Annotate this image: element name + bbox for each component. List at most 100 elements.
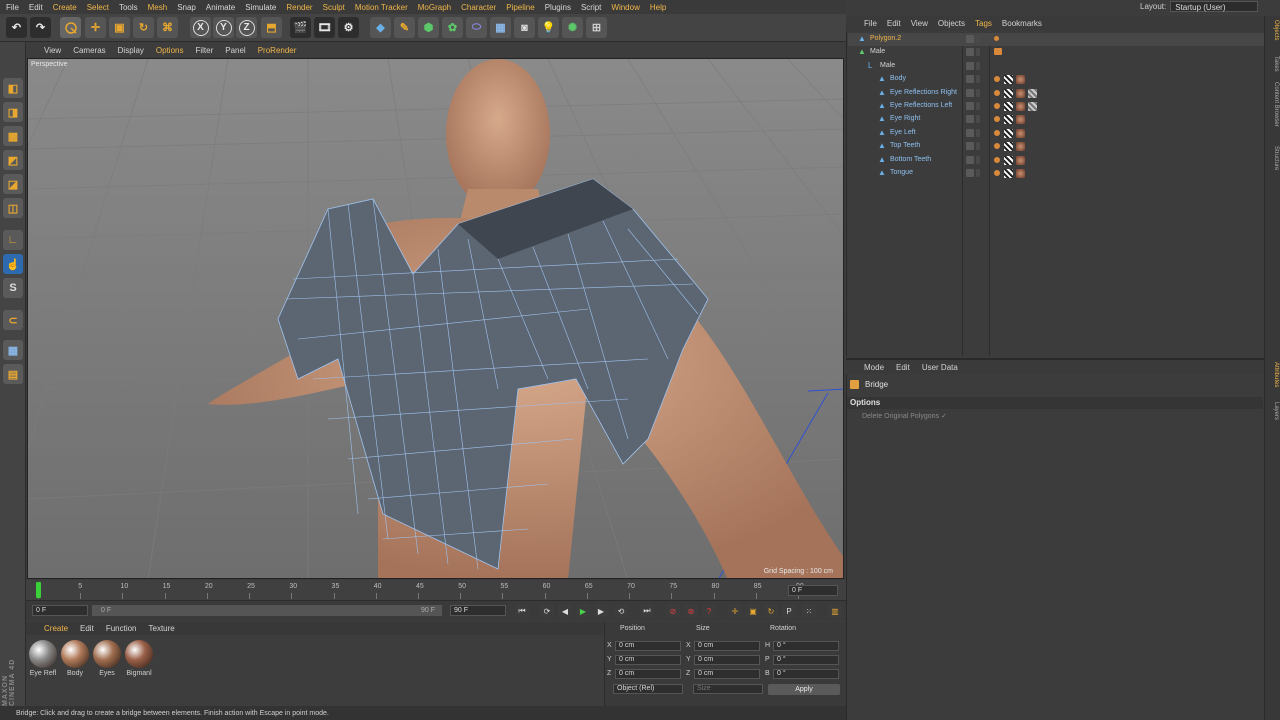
size-x-field[interactable]: 0 cm (694, 641, 760, 651)
menu-item-mograph[interactable]: MoGraph (418, 3, 451, 12)
side-tab-structure[interactable]: Structure (1267, 146, 1279, 170)
visibility-toggle-icon[interactable] (966, 169, 974, 177)
autokey-icon[interactable]: ⊛ (684, 604, 698, 618)
menu-item-script[interactable]: Script (581, 3, 601, 12)
side-tab-content-browser[interactable]: Content Browser (1267, 82, 1279, 127)
phong-tag-icon[interactable] (994, 76, 1000, 83)
side-tab-objects[interactable]: Objects (1267, 20, 1279, 40)
snap-icon[interactable]: S (3, 278, 23, 298)
live-selection-icon[interactable] (60, 17, 81, 38)
delete-original-polygons-checkbox[interactable]: Delete Original Polygons ✓ (862, 412, 947, 420)
visibility-toggle-icon[interactable] (966, 48, 974, 57)
edit-render-settings-icon[interactable]: ⚙ (338, 17, 359, 38)
loop-icon[interactable]: ⟳ (540, 604, 554, 618)
make-editable-icon[interactable]: ◧ (3, 78, 23, 98)
move-icon[interactable]: ✛ (85, 17, 106, 38)
position-z-field[interactable]: 0 cm (615, 669, 681, 679)
record-icon[interactable]: ⊘ (666, 604, 680, 618)
plane-icon[interactable]: ⊞ (586, 17, 607, 38)
render-toggle-icon[interactable] (976, 155, 980, 164)
magnet-icon[interactable]: ⊂ (3, 310, 23, 330)
material-body[interactable]: Body (60, 640, 90, 682)
size-mode-dropdown[interactable]: Size (693, 684, 763, 694)
object-row-eye-right[interactable]: ▲ Eye Right (848, 113, 1264, 126)
visibility-toggle-icon[interactable] (966, 155, 974, 164)
timeline-ruler[interactable]: 0510152025303540455055606570758085900 F (26, 580, 846, 600)
object-row-eye-reflections-left[interactable]: ▲ Eye Reflections Left (848, 100, 1264, 113)
uvw-tag-icon[interactable] (1004, 115, 1013, 125)
side-tab-layers[interactable]: Layers (1267, 402, 1279, 420)
material-menu-function[interactable]: Function (106, 624, 137, 633)
layout-dropdown[interactable]: Startup (User) (1170, 1, 1259, 12)
material-menu-texture[interactable]: Texture (149, 624, 175, 633)
object-row-male[interactable]: ▲ Male (848, 46, 1264, 59)
phong-tag-icon[interactable] (994, 89, 1000, 96)
camera-icon[interactable]: ◙ (514, 17, 535, 38)
grid-lock-icon[interactable]: ▤ (3, 364, 23, 384)
viewport-menu-prorender[interactable]: ProRender (258, 46, 297, 55)
phong-tag-icon[interactable] (994, 36, 999, 41)
object-row-bottom-teeth[interactable]: ▲ Bottom Teeth (848, 154, 1264, 167)
material-eye-refl[interactable]: Eye Refl (28, 640, 58, 682)
play-icon[interactable]: ▶ (576, 604, 590, 618)
recent-tools-icon[interactable]: ⌘ (157, 17, 178, 38)
texture-mode-icon[interactable]: ▩ (3, 126, 23, 146)
object-row-male[interactable]: L Male (848, 60, 1264, 73)
uvw-tag-icon[interactable] (1004, 102, 1013, 111)
tweak-mode-icon[interactable]: ☝ (3, 254, 23, 274)
menu-item-file[interactable]: File (6, 3, 19, 12)
extra-texture-tag-icon[interactable] (1028, 102, 1037, 111)
pen-icon[interactable]: ✎ (394, 17, 415, 38)
render-toggle-icon[interactable] (976, 115, 980, 124)
key-pla-icon[interactable]: ⁙ (802, 604, 816, 618)
render-toggle-icon[interactable] (976, 142, 980, 151)
phong-tag-icon[interactable] (994, 103, 1000, 109)
z-axis-icon[interactable]: Z (236, 17, 257, 38)
visibility-toggle-icon[interactable] (966, 115, 974, 124)
attribute-menu-mode[interactable]: Mode (864, 363, 884, 372)
object-menu-view[interactable]: View (911, 19, 928, 28)
render-toggle-icon[interactable] (976, 75, 980, 84)
render-toggle-icon[interactable] (976, 61, 980, 70)
key-rotation-icon[interactable]: ↻ (764, 604, 778, 618)
subdivision-icon[interactable]: ⬢ (418, 17, 439, 38)
rotation-b-field[interactable]: 0 ° (773, 669, 839, 679)
texture-tag-icon[interactable] (1016, 155, 1025, 165)
menu-item-edit[interactable]: Edit (29, 3, 43, 12)
playhead[interactable] (36, 582, 41, 598)
size-y-field[interactable]: 0 cm (694, 655, 760, 665)
goto-start-icon[interactable]: ⏮ (515, 604, 529, 618)
menu-item-mesh[interactable]: Mesh (148, 3, 168, 12)
extra-texture-tag-icon[interactable] (1028, 88, 1037, 98)
object-menu-edit[interactable]: Edit (887, 19, 901, 28)
render-picture-viewer-icon[interactable]: 🎞 (314, 17, 335, 38)
viewport-menu-view[interactable]: View (44, 46, 61, 55)
scale-icon[interactable]: ▣ (109, 17, 130, 38)
menu-item-help[interactable]: Help (650, 3, 666, 12)
texture-tag-icon[interactable] (1016, 142, 1025, 152)
rotation-p-field[interactable]: 0 ° (773, 655, 839, 665)
prev-frame-icon[interactable]: ◀ (558, 604, 572, 618)
y-axis-icon[interactable]: Y (213, 17, 234, 38)
xref-tag-icon[interactable] (994, 48, 1002, 56)
texture-tag-icon[interactable] (1016, 102, 1025, 111)
render-toggle-icon[interactable] (976, 128, 980, 137)
phong-tag-icon[interactable] (994, 156, 1000, 163)
texture-tag-icon[interactable] (1016, 75, 1025, 85)
uvw-tag-icon[interactable] (1004, 128, 1013, 138)
next-frame-icon[interactable]: ▶ (594, 604, 608, 618)
material-bigmanl[interactable]: Bigmanl (124, 640, 154, 682)
phong-tag-icon[interactable] (994, 143, 1000, 150)
edge-mode-icon[interactable]: ◪ (3, 174, 23, 194)
key-scale-icon[interactable]: ▣ (746, 604, 760, 618)
object-menu-objects[interactable]: Objects (938, 19, 965, 28)
phong-tag-icon[interactable] (994, 116, 1000, 123)
object-menu-bookmarks[interactable]: Bookmarks (1002, 19, 1042, 28)
workplane-icon[interactable]: ▦ (3, 340, 23, 360)
visibility-toggle-icon[interactable] (966, 75, 974, 84)
menu-item-window[interactable]: Window (611, 3, 639, 12)
render-toggle-icon[interactable] (976, 35, 980, 43)
model-mode-icon[interactable]: ◨ (3, 102, 23, 122)
uvw-tag-icon[interactable] (1004, 75, 1013, 85)
side-tab-takes[interactable]: Takes (1267, 56, 1279, 72)
